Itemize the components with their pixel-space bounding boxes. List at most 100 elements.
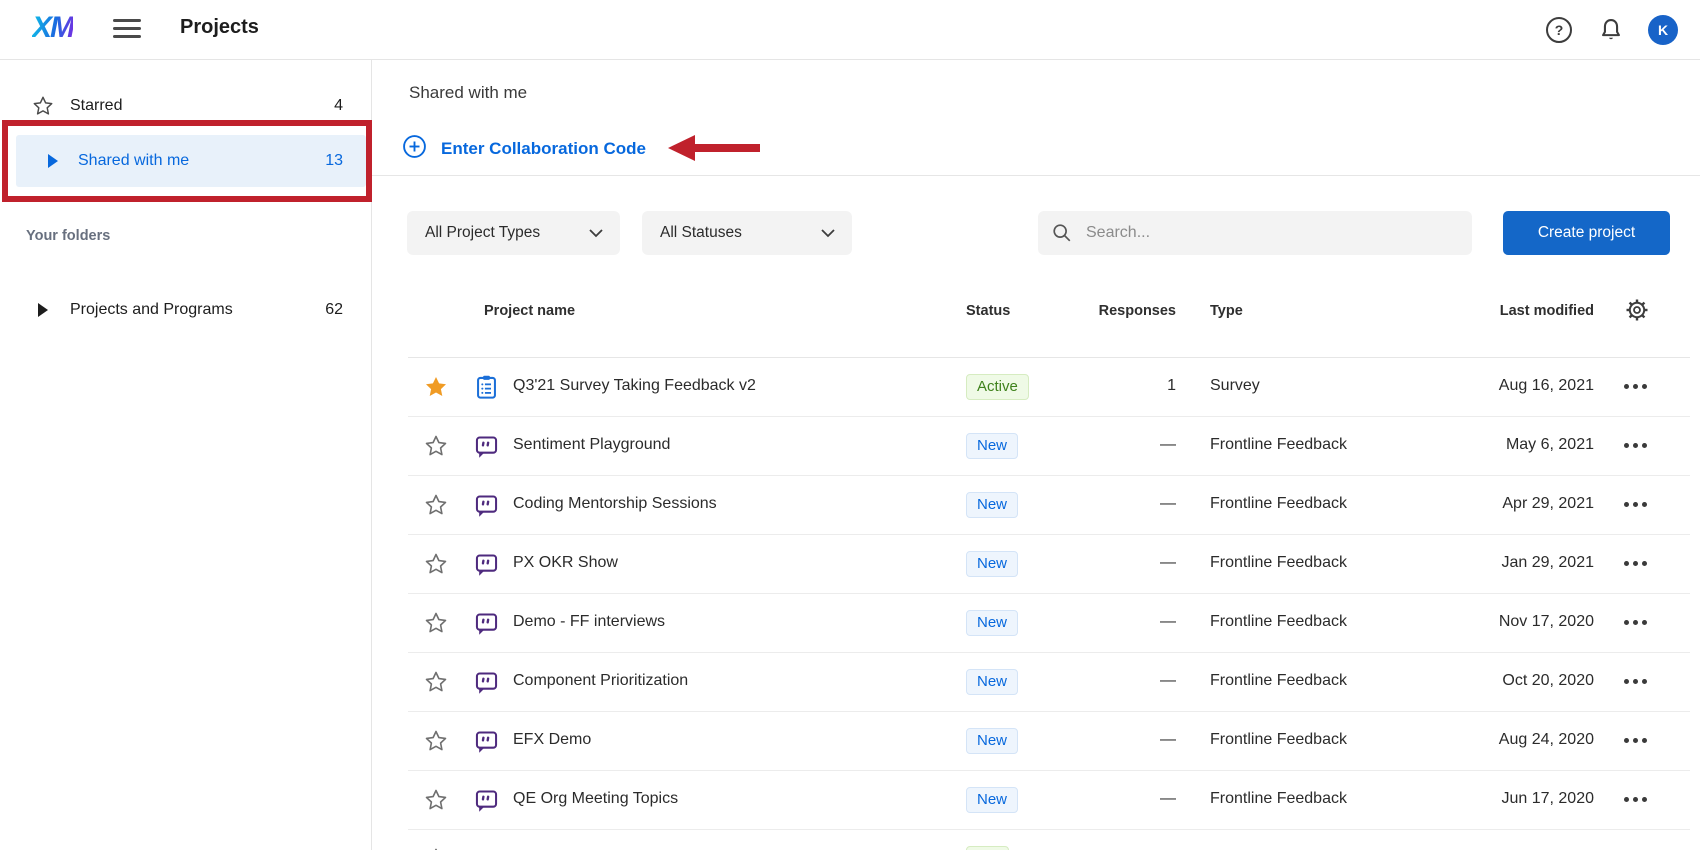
table-settings-gear-icon[interactable] [1625,298,1649,326]
plus-circle-icon [402,134,427,164]
row-actions-button[interactable] [1624,620,1647,625]
star-outline-icon[interactable] [424,552,448,576]
star-outline-icon[interactable] [424,788,448,812]
table-row[interactable]: PX OKR Show New — Frontline Feedback Jan 29,… [372,535,1700,594]
avatar[interactable]: K [1648,15,1678,45]
menu-icon[interactable] [113,19,141,41]
table-row[interactable]: Q3'21 Survey Taking Feedback v2 Active 1 Su… [372,358,1700,417]
enter-collaboration-code-link[interactable]: Enter Collaboration Code [402,134,646,164]
sidebar-item-count: 13 [325,152,343,169]
xm-logo[interactable]: XM [32,11,75,45]
row-actions-button[interactable] [1624,797,1647,802]
status-badge: New [966,610,1019,636]
status-badge: New [966,728,1019,754]
responses-value: — [1160,790,1176,807]
table-row[interactable]: Coding Mentorship Sessions New — Frontline … [372,476,1700,535]
table-body: Q3'21 Survey Taking Feedback v2 Active 1 Su… [372,358,1700,850]
status-badge: New [966,787,1019,813]
responses-value: 1 [1167,377,1176,394]
row-actions-button[interactable] [1624,384,1647,389]
bell-icon[interactable] [1596,15,1626,45]
star-outline-icon[interactable] [424,434,448,458]
last-modified-date: Jun 17, 2020 [1501,790,1594,807]
project-type: Survey [1210,377,1260,394]
table-row[interactable]: Component Prioritization New — Frontline Fe… [372,653,1700,712]
your-folders-label: Your folders [26,228,111,244]
statuses-dropdown[interactable]: All Statuses [642,211,852,255]
star-outline-icon [32,95,54,117]
section-heading: Shared with me [409,83,528,102]
caret-right-icon[interactable] [32,299,54,321]
table-row[interactable]: EFX Demo New — Frontline Feedback Aug 24, 20… [372,712,1700,771]
sidebar-item-count: 62 [325,301,343,318]
caret-right-icon[interactable] [42,150,64,172]
row-actions-button[interactable] [1624,443,1647,448]
last-modified-date: Aug 16, 2021 [1498,377,1594,394]
sidebar-item-label: Projects and Programs [70,301,233,318]
responses-value: — [1160,436,1176,453]
responses-value: — [1160,495,1176,512]
project-name-link[interactable]: EFX Demo [513,731,591,749]
search-box [1038,211,1472,255]
frontline-feedback-icon [473,551,500,578]
help-icon[interactable]: ? [1544,15,1574,45]
project-type: Frontline Feedback [1210,790,1347,807]
row-actions-button[interactable] [1624,738,1647,743]
sidebar-item-label: Starred [70,97,123,114]
svg-text:?: ? [1555,22,1564,38]
star-filled-icon[interactable] [424,375,448,399]
project-name-link[interactable]: Component Prioritization [513,672,688,690]
status-badge: New [966,492,1019,518]
project-types-dropdown[interactable]: All Project Types [407,211,620,255]
column-header-type[interactable]: Type [1210,303,1243,319]
status-badge: New [966,669,1019,695]
responses-value: — [1160,554,1176,571]
table-header: Project name Status Responses Type Last … [372,298,1700,326]
project-type: Frontline Feedback [1210,436,1347,453]
star-outline-icon[interactable] [424,611,448,635]
row-actions-button[interactable] [1624,502,1647,507]
project-name-link[interactable]: PX OKR Show [513,554,618,572]
column-header-responses[interactable]: Responses [1099,303,1176,319]
column-header-status[interactable]: Status [966,303,1010,319]
frontline-feedback-icon [473,433,500,460]
frontline-feedback-icon [473,492,500,519]
project-name-link[interactable]: Demo - FF interviews [513,613,665,631]
project-name-link[interactable]: QE Org Meeting Topics [513,790,678,808]
column-header-last-modified[interactable]: Last modified [1500,303,1594,319]
star-outline-icon[interactable] [424,493,448,517]
row-actions-button[interactable] [1624,561,1647,566]
frontline-feedback-icon [473,728,500,755]
last-modified-date: Aug 24, 2020 [1498,731,1594,748]
status-badge: New [966,551,1019,577]
project-type: Frontline Feedback [1210,495,1347,512]
table-row[interactable]: QE Org Meeting Topics New — Frontline Feedb… [372,771,1700,830]
project-type: Frontline Feedback [1210,613,1347,630]
frontline-feedback-icon [473,610,500,637]
create-project-button[interactable]: Create project [1503,211,1670,255]
project-name-link[interactable]: Coding Mentorship Sessions [513,495,717,513]
table-row[interactable]: Sentiment Playground New — Frontline Feedba… [372,417,1700,476]
chevron-down-icon [821,229,835,238]
sidebar-item-count: 4 [334,97,343,114]
star-outline-icon[interactable] [424,670,448,694]
row-actions-button[interactable] [1624,679,1647,684]
divider [372,175,1700,176]
search-input[interactable] [1086,211,1461,255]
sidebar-item-shared-with-me[interactable]: Shared with me 13 [16,135,366,187]
column-header-project-name[interactable]: Project name [484,303,575,319]
annotation-red-box: Shared with me 13 [2,120,372,202]
last-modified-date: Oct 20, 2020 [1502,672,1594,689]
star-outline-icon[interactable] [424,729,448,753]
project-name-link[interactable]: Sentiment Playground [513,436,670,454]
status-badge: New [966,433,1019,459]
project-name-link[interactable]: Q3'21 Survey Taking Feedback v2 [513,377,756,395]
last-modified-date: Nov 17, 2020 [1498,613,1594,630]
enter-collaboration-code-label: Enter Collaboration Code [441,139,646,158]
frontline-feedback-icon [473,787,500,814]
responses-value: — [1160,672,1176,689]
project-type: Frontline Feedback [1210,672,1347,689]
table-row[interactable]: Demo - FF interviews New — Frontline Feedba… [372,594,1700,653]
sidebar-item-projects-and-programs[interactable]: Projects and Programs 62 [0,288,372,332]
table-row-partial[interactable] [372,830,1700,850]
